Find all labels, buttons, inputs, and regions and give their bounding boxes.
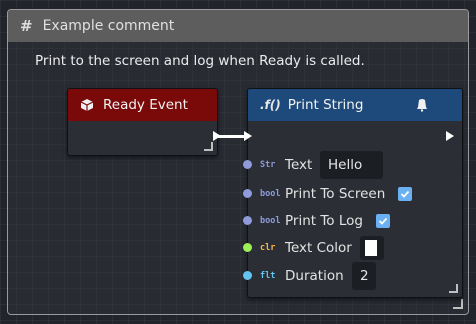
print-to-screen-label: Print To Screen bbox=[285, 186, 386, 202]
print-to-screen-checkbox[interactable] bbox=[398, 187, 412, 201]
bell-icon bbox=[417, 99, 427, 112]
color-value-white bbox=[365, 240, 377, 256]
print-node-resize-handle[interactable] bbox=[449, 284, 458, 293]
input-row-text: Str Text Hello bbox=[243, 151, 462, 179]
color-type-icon: clr bbox=[260, 243, 276, 253]
print-exec-in-pin[interactable] bbox=[244, 131, 252, 141]
input-row-print-to-log: bool Print To Log bbox=[243, 211, 462, 231]
ready-event-title: Ready Event bbox=[103, 97, 188, 113]
print-to-log-checkbox[interactable] bbox=[376, 214, 390, 228]
print-string-header[interactable]: .f() Print String bbox=[248, 89, 462, 121]
text-color-pin[interactable] bbox=[243, 243, 252, 252]
comment-resize-handle[interactable] bbox=[453, 299, 463, 309]
ready-node-resize-handle[interactable] bbox=[204, 142, 213, 151]
check-icon bbox=[378, 217, 388, 225]
print-to-log-label: Print To Log bbox=[285, 213, 363, 229]
text-label: Text bbox=[285, 157, 313, 173]
check-icon bbox=[400, 190, 410, 198]
cube-icon bbox=[80, 99, 94, 111]
text-color-label: Text Color bbox=[285, 240, 352, 256]
print-string-title: Print String bbox=[287, 97, 364, 113]
comment-description: Print to the screen and log when Ready i… bbox=[35, 53, 365, 69]
duration-value-field[interactable]: 2 bbox=[352, 262, 376, 290]
print-string-node[interactable]: .f() Print String Str Text Hello bool Pr… bbox=[243, 88, 463, 298]
input-row-duration: flt Duration 2 bbox=[243, 262, 462, 290]
float-type-icon: flt bbox=[260, 271, 276, 281]
ready-event-header[interactable]: Ready Event bbox=[68, 89, 217, 121]
comment-title: Example comment bbox=[42, 18, 175, 34]
bool-type-icon: bool bbox=[260, 216, 281, 226]
print-exec-out-pin[interactable] bbox=[446, 131, 454, 141]
bool-type-icon: bool bbox=[260, 189, 281, 199]
print-to-screen-pin[interactable] bbox=[243, 189, 252, 198]
text-input-pin[interactable] bbox=[243, 160, 252, 169]
string-type-icon: Str bbox=[260, 160, 276, 170]
function-icon: .f() bbox=[260, 98, 281, 112]
input-row-print-to-screen: bool Print To Screen bbox=[243, 184, 462, 204]
input-row-text-color: clr Text Color bbox=[243, 236, 462, 260]
text-value-field[interactable]: Hello bbox=[320, 151, 383, 179]
duration-pin[interactable] bbox=[243, 271, 252, 280]
ready-event-node[interactable]: Ready Event bbox=[67, 88, 221, 156]
comment-header[interactable]: # Example comment bbox=[8, 10, 468, 42]
text-color-swatch[interactable] bbox=[360, 236, 384, 260]
hash-icon: # bbox=[20, 16, 33, 35]
print-to-log-pin[interactable] bbox=[243, 216, 252, 225]
duration-label: Duration bbox=[285, 268, 344, 284]
